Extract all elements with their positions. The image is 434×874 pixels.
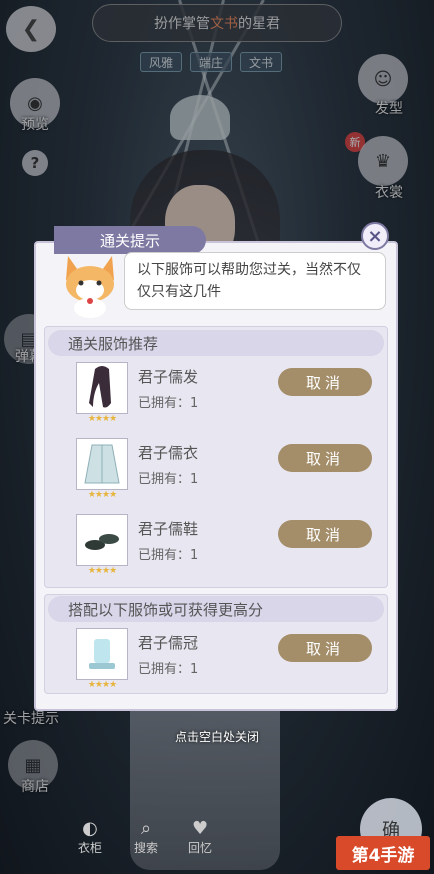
dialog-title: 通关提示 xyxy=(54,226,206,254)
match-header: 搭配以下服饰或可获得更高分 xyxy=(48,596,384,622)
robe-item-icon xyxy=(84,444,120,484)
crown-item-icon xyxy=(89,639,115,669)
rating-stars: ★★★★ xyxy=(87,490,117,500)
item-name: 君子儒发 xyxy=(138,368,199,386)
cancel-button[interactable]: 取消 xyxy=(278,520,372,548)
fox-mascot-icon xyxy=(66,256,114,318)
wardrobe-icon: ◐ xyxy=(82,818,98,839)
item-thumbnail[interactable] xyxy=(76,438,128,490)
cancel-button[interactable]: 取消 xyxy=(278,634,372,662)
rating-stars: ★★★★ xyxy=(87,680,117,690)
item-name: 君子儒衣 xyxy=(138,444,199,462)
speech-bubble: 以下服饰可以帮助您过关，当然不仅仅只有这几件 xyxy=(124,252,386,310)
item-owned: 已拥有：1 xyxy=(138,548,199,563)
item-owned: 已拥有：1 xyxy=(138,396,199,411)
hair-item-icon xyxy=(89,366,111,408)
nav-label: 衣柜 xyxy=(78,841,103,855)
item-thumbnail[interactable] xyxy=(76,628,128,680)
item-owned: 已拥有：1 xyxy=(138,662,199,677)
watermark-logo: 第4手游 xyxy=(336,836,430,870)
recommend-header: 通关服饰推荐 xyxy=(48,330,384,356)
cancel-button[interactable]: 取消 xyxy=(278,368,372,396)
search-icon: ⌕ xyxy=(140,818,152,839)
nav-label: 搜索 xyxy=(134,841,159,855)
item-thumbnail[interactable] xyxy=(76,362,128,414)
heart-icon: ♥ xyxy=(191,818,209,839)
cancel-button[interactable]: 取消 xyxy=(278,444,372,472)
item-owned: 已拥有：1 xyxy=(138,472,199,487)
nav-wardrobe[interactable]: ◐ 衣柜 xyxy=(78,818,102,856)
item-name: 君子儒冠 xyxy=(138,634,199,652)
rating-stars: ★★★★ xyxy=(87,414,117,424)
nav-label: 回忆 xyxy=(188,841,213,855)
item-name: 君子儒鞋 xyxy=(138,520,199,538)
list-item: ★★★★ 君子儒发 已拥有：1 取消 xyxy=(76,362,376,432)
item-thumbnail[interactable] xyxy=(76,514,128,566)
close-hint[interactable]: 点击空白处关闭 xyxy=(0,728,434,745)
rating-stars: ★★★★ xyxy=(87,566,117,576)
close-icon: × xyxy=(367,225,383,247)
list-item: ★★★★ 君子儒冠 已拥有：1 取消 xyxy=(76,628,376,698)
close-button[interactable]: × xyxy=(361,222,389,250)
nav-search[interactable]: ⌕ 搜索 xyxy=(134,818,158,856)
nav-memory[interactable]: ♥ 回忆 xyxy=(188,818,212,856)
list-item: ★★★★ 君子儒衣 已拥有：1 取消 xyxy=(76,438,376,508)
list-item: ★★★★ 君子儒鞋 已拥有：1 取消 xyxy=(76,514,376,584)
shoes-item-icon xyxy=(85,534,119,550)
